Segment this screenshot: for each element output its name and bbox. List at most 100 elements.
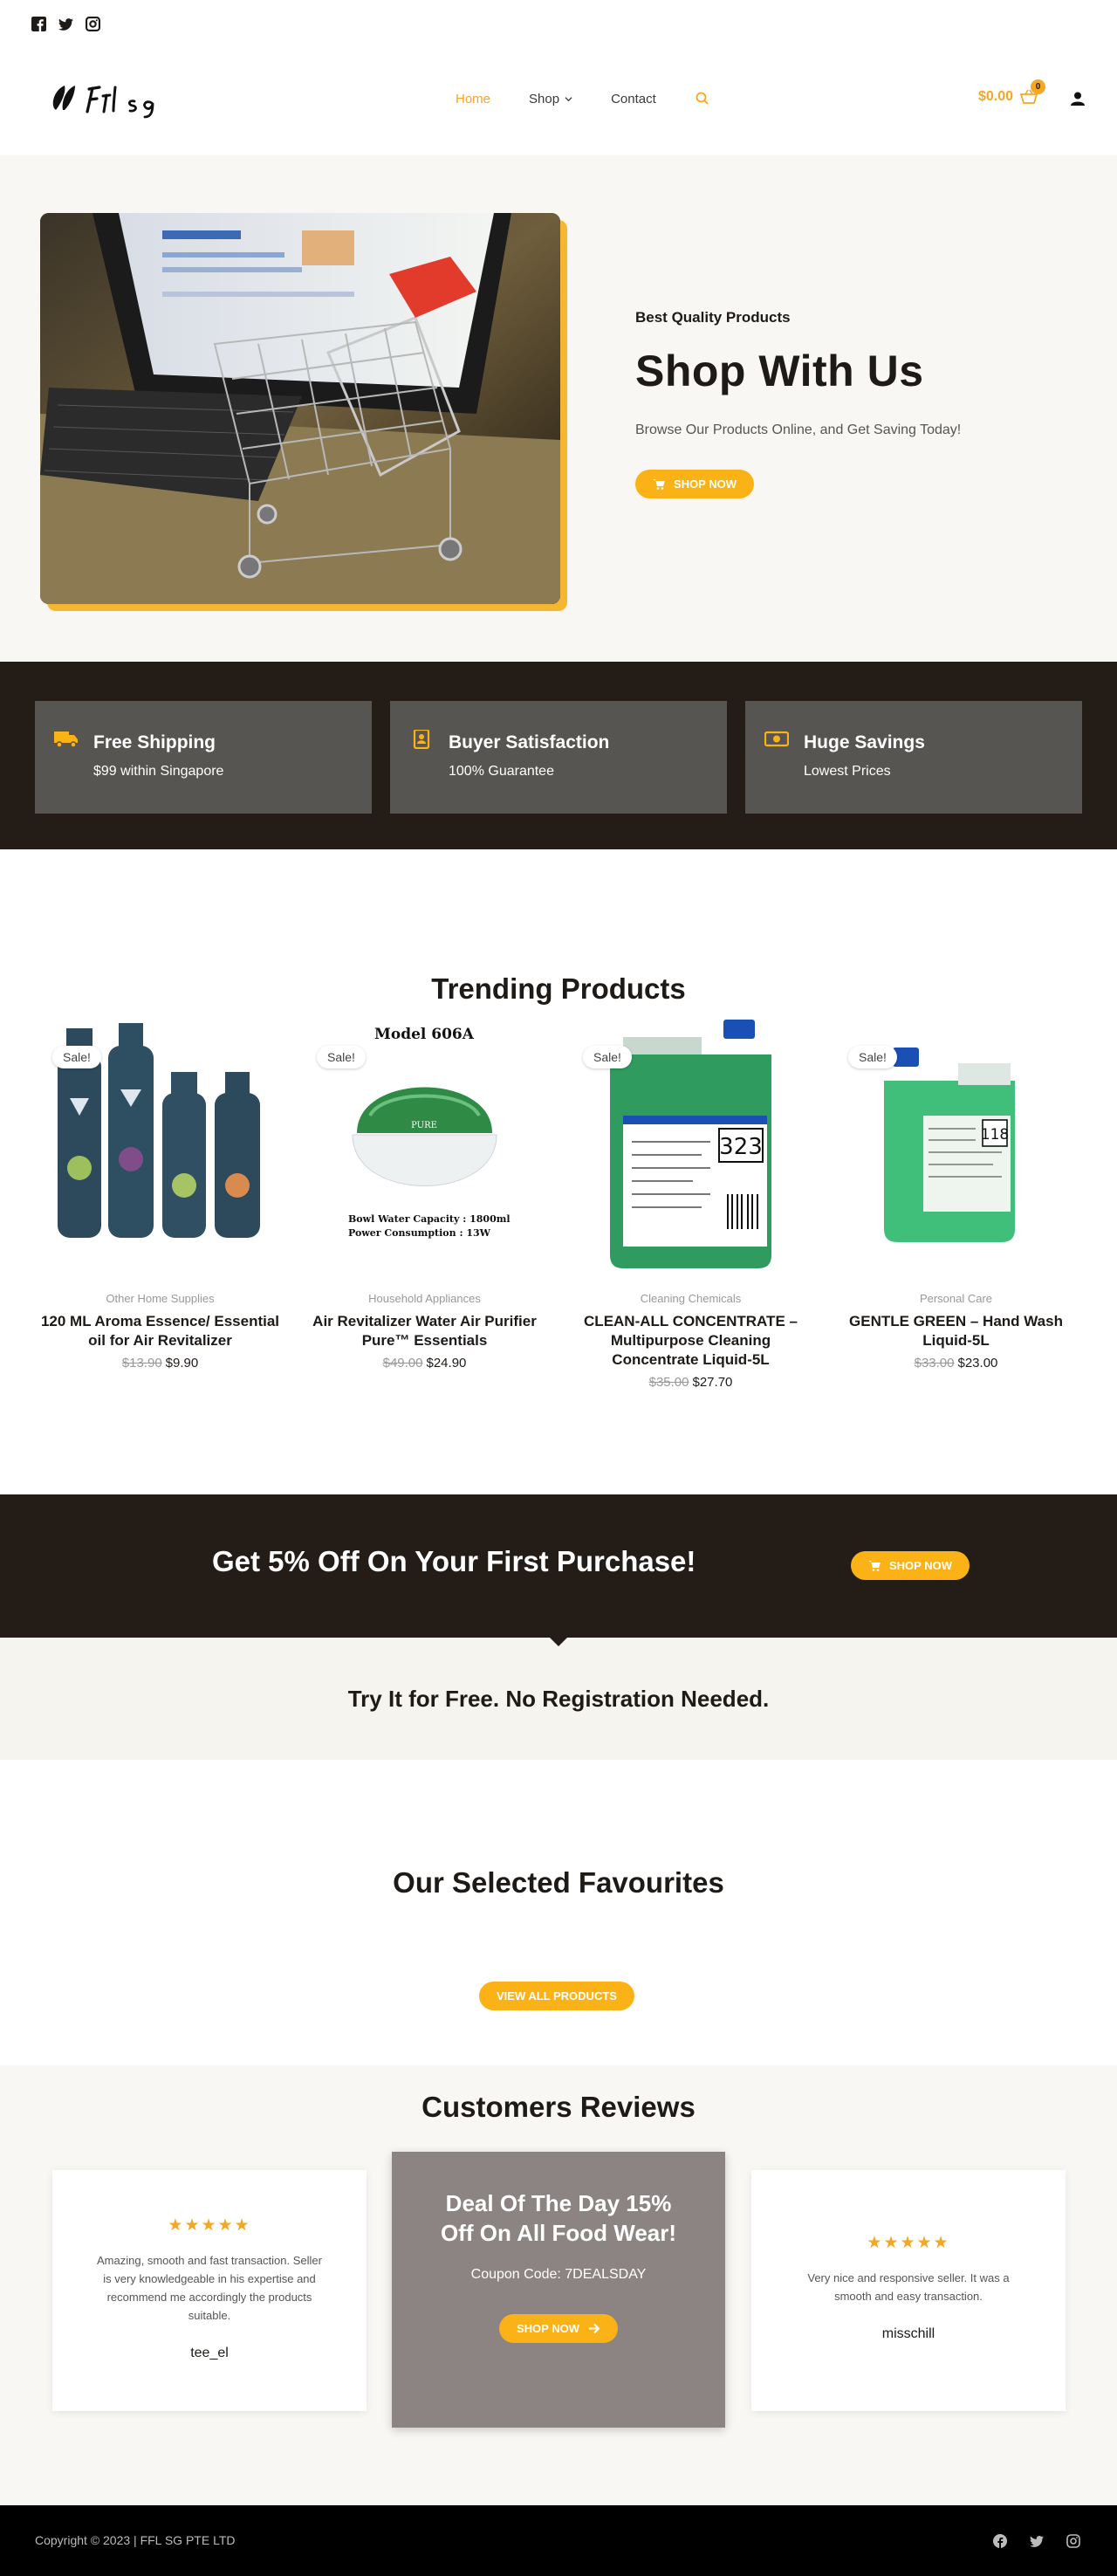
cart-amount: $0.00 bbox=[978, 89, 1014, 104]
promo-shop-now-button[interactable]: SHOP NOW bbox=[851, 1551, 970, 1580]
product-category[interactable]: Other Home Supplies bbox=[40, 1292, 280, 1305]
product-sale-price: $27.70 bbox=[692, 1375, 733, 1390]
product-image-gentle-green[interactable]: 118 Sale! bbox=[836, 1020, 1076, 1274]
promo-shop-now-label: SHOP NOW bbox=[889, 1559, 952, 1572]
nav-home[interactable]: Home bbox=[456, 92, 490, 106]
reviewer-name: misschill bbox=[881, 2326, 935, 2341]
promo-text: Get 5% Off On Your First Purchase! bbox=[212, 1545, 696, 1577]
basket-icon[interactable]: 0 bbox=[1019, 79, 1046, 105]
view-all-products-button[interactable]: VIEW ALL PRODUCTS bbox=[479, 1982, 634, 2010]
product-image-air-revitalizer[interactable]: Model 606A PURE Bowl Water Capacity : 18… bbox=[305, 1020, 545, 1274]
product-name[interactable]: 120 ML Aroma Essence/ Essential oil for … bbox=[40, 1312, 280, 1350]
product-price: $35.00 $27.70 bbox=[571, 1375, 811, 1390]
product-image-aroma-essence[interactable]: Sale! bbox=[40, 1020, 280, 1274]
product-price: $13.90 $9.90 bbox=[40, 1356, 280, 1370]
product-old-price: $33.00 bbox=[914, 1356, 955, 1370]
site-logo[interactable] bbox=[49, 77, 180, 120]
user-icon[interactable] bbox=[1070, 91, 1086, 106]
cart-count-badge: 0 bbox=[1031, 79, 1046, 94]
page: Home Shop Contact $0.00 0 Best Quality P… bbox=[0, 0, 1117, 2576]
feature-title: Free Shipping bbox=[93, 732, 216, 752]
sale-badge: Sale! bbox=[52, 1046, 101, 1068]
feature-subtitle: Lowest Prices bbox=[804, 764, 891, 779]
truck-icon bbox=[54, 732, 78, 748]
cart-summary[interactable]: $0.00 0 bbox=[978, 79, 1046, 105]
review-text: Amazing, smooth and fast transaction. Se… bbox=[97, 2254, 322, 2322]
feature-subtitle: 100% Guarantee bbox=[449, 764, 554, 779]
hero-subtitle: Browse Our Products Online, and Get Savi… bbox=[635, 422, 962, 437]
nav-shop[interactable]: Shop bbox=[529, 92, 572, 106]
coupon-code: Coupon Code: 7DEALSDAY bbox=[470, 2267, 647, 2282]
deal-of-the-day-card: Deal Of The Day 15% Off On All Food Wear… bbox=[392, 2152, 725, 2428]
arrow-right-icon bbox=[589, 2323, 600, 2334]
badge-icon bbox=[413, 730, 430, 749]
twitter-icon[interactable] bbox=[1030, 2534, 1044, 2548]
money-icon bbox=[764, 731, 789, 747]
top-social-bar bbox=[0, 0, 1117, 47]
feature-title: Huge Savings bbox=[804, 732, 925, 752]
image-model-text: Model 606A bbox=[374, 1026, 475, 1043]
reviewer-name: tee_el bbox=[190, 2346, 229, 2360]
feature-buyer-satisfaction: Buyer Satisfaction 100% Guarantee bbox=[390, 701, 727, 814]
hero-shop-now-button[interactable]: SHOP NOW bbox=[635, 470, 754, 498]
hero-eyebrow: Best Quality Products bbox=[635, 309, 791, 326]
product-price: $33.00 $23.00 bbox=[836, 1356, 1076, 1370]
review-card: ★★★★★ Amazing, smooth and fast transacti… bbox=[52, 2170, 367, 2411]
promo-arrow-pointer bbox=[550, 1638, 567, 1646]
hero-text: Best Quality Products Shop With Us Brows… bbox=[635, 309, 1072, 498]
image-code-text: 118 bbox=[981, 1126, 1009, 1144]
cart-icon bbox=[868, 1561, 881, 1571]
product-category[interactable]: Personal Care bbox=[836, 1292, 1076, 1305]
product-card[interactable]: Model 606A PURE Bowl Water Capacity : 18… bbox=[305, 1020, 545, 1370]
feature-title: Buyer Satisfaction bbox=[449, 732, 610, 752]
favourites-title: Our Selected Favourites bbox=[393, 1866, 724, 1899]
promo-banner: Get 5% Off On Your First Purchase! SHOP … bbox=[0, 1494, 1117, 1638]
sale-badge: Sale! bbox=[848, 1046, 897, 1068]
feature-subtitle: $99 within Singapore bbox=[93, 764, 224, 779]
site-footer: Copyright © 2023 | FFL SG PTE LTD bbox=[0, 2505, 1117, 2576]
site-header: Home Shop Contact $0.00 0 bbox=[0, 47, 1117, 155]
hero-image-shopping-cart-laptop bbox=[40, 213, 560, 604]
nav-shop-label: Shop bbox=[529, 91, 560, 106]
image-code-text: 323 bbox=[719, 1134, 763, 1160]
cart-icon bbox=[653, 479, 665, 490]
product-category[interactable]: Household Appliances bbox=[305, 1292, 545, 1305]
product-name[interactable]: Air Revitalizer Water Air Purifier Pure™… bbox=[305, 1312, 545, 1350]
deal-shop-now-label: SHOP NOW bbox=[517, 2322, 579, 2335]
product-card[interactable]: Sale! Other Home Supplies 120 ML Aroma E… bbox=[40, 1020, 280, 1370]
product-card[interactable]: 323 Sale! Cleaning Chemicals CLEAN-ALL C… bbox=[571, 1020, 811, 1390]
product-name[interactable]: CLEAN-ALL CONCENTRATE – Multipurpose Cle… bbox=[571, 1312, 811, 1370]
feature-free-shipping: Free Shipping $99 within Singapore bbox=[35, 701, 372, 814]
deal-title: Deal Of The Day 15% Off On All Food Wear… bbox=[440, 2190, 677, 2246]
instagram-icon[interactable] bbox=[1066, 2534, 1080, 2548]
product-sale-price: $23.00 bbox=[957, 1356, 998, 1370]
footer-copyright: Copyright © 2023 | FFL SG PTE LTD bbox=[35, 2533, 236, 2547]
trending-title: Trending Products bbox=[431, 972, 686, 1005]
facebook-icon[interactable] bbox=[31, 16, 46, 31]
product-category[interactable]: Cleaning Chemicals bbox=[571, 1292, 811, 1305]
review-card: ★★★★★ Very nice and responsive seller. I… bbox=[751, 2170, 1066, 2411]
product-price: $49.00 $24.90 bbox=[305, 1356, 545, 1370]
main-nav: Home Shop Contact bbox=[456, 91, 710, 106]
product-card[interactable]: 118 Sale! Personal Care GENTLE GREEN – H… bbox=[836, 1020, 1076, 1370]
instagram-icon[interactable] bbox=[86, 16, 100, 31]
review-text: Very nice and responsive seller. It was … bbox=[807, 2271, 1010, 2303]
chevron-down-icon bbox=[565, 96, 572, 101]
try-free-text: Try It for Free. No Registration Needed. bbox=[347, 1686, 770, 1712]
deal-shop-now-button[interactable]: SHOP NOW bbox=[499, 2314, 618, 2343]
product-image-clean-all[interactable]: 323 Sale! bbox=[571, 1020, 811, 1274]
features-strip: Free Shipping $99 within Singapore Buyer… bbox=[0, 662, 1117, 849]
sale-badge: Sale! bbox=[317, 1046, 366, 1068]
facebook-icon[interactable] bbox=[993, 2534, 1007, 2548]
nav-contact[interactable]: Contact bbox=[611, 92, 656, 106]
hero-shop-now-label: SHOP NOW bbox=[674, 477, 737, 491]
reviews-title: Customers Reviews bbox=[421, 2091, 696, 2123]
product-sale-price: $9.90 bbox=[165, 1356, 199, 1370]
try-free-section: Try It for Free. No Registration Needed. bbox=[0, 1638, 1117, 1760]
product-old-price: $13.90 bbox=[121, 1356, 162, 1370]
search-icon[interactable] bbox=[695, 91, 710, 106]
twitter-icon[interactable] bbox=[58, 17, 73, 31]
product-name[interactable]: GENTLE GREEN – Hand Wash Liquid-5L bbox=[836, 1312, 1076, 1350]
product-old-price: $49.00 bbox=[382, 1356, 423, 1370]
product-sale-price: $24.90 bbox=[426, 1356, 467, 1370]
